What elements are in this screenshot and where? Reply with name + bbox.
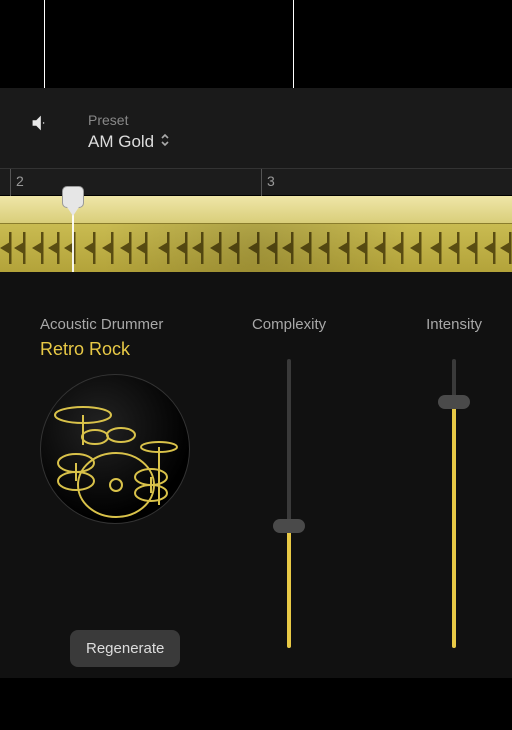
- drummer-style[interactable]: Retro Rock: [40, 339, 192, 360]
- waveform-transient: [466, 228, 480, 268]
- preset-label: Preset: [88, 112, 128, 128]
- waveform-transient: [0, 228, 14, 268]
- slider-thumb[interactable]: [438, 395, 470, 409]
- waveform-transient: [48, 228, 62, 268]
- regenerate-button[interactable]: Regenerate: [70, 630, 180, 667]
- waveform-transient: [192, 228, 206, 268]
- preset-value: AM Gold: [88, 132, 154, 152]
- playhead-handle[interactable]: [62, 186, 84, 208]
- waveform-transient: [32, 228, 46, 268]
- waveform-transient: [500, 228, 512, 268]
- preset-dropdown[interactable]: AM Gold: [88, 132, 170, 152]
- waveform-transient: [338, 228, 352, 268]
- bar-number: 3: [267, 173, 275, 189]
- slider-thumb[interactable]: [273, 519, 305, 533]
- waveform-transient: [392, 228, 406, 268]
- waveform-transient: [176, 228, 190, 268]
- waveform-transient: [282, 228, 296, 268]
- preview-speaker-icon[interactable]: [28, 112, 50, 139]
- header-bar: [0, 88, 512, 168]
- intensity-slider[interactable]: Intensity: [426, 316, 482, 648]
- waveform-transient: [300, 228, 314, 268]
- waveform-transient: [430, 228, 444, 268]
- waveform-transient: [120, 228, 134, 268]
- waveform-transient: [410, 228, 424, 268]
- waveform-transient: [356, 228, 370, 268]
- drumkit-image[interactable]: [40, 374, 190, 524]
- waveform-transient: [210, 228, 224, 268]
- bar-number: 2: [16, 173, 24, 189]
- waveform-transient: [102, 228, 116, 268]
- drummer-category: Acoustic Drummer: [40, 316, 192, 333]
- slider-label: Intensity: [426, 316, 482, 333]
- waveform-transient: [158, 228, 172, 268]
- waveform-transient: [228, 228, 242, 268]
- waveform-transient: [318, 228, 332, 268]
- bottom-bar: [0, 678, 512, 730]
- waveform-transient: [136, 228, 150, 268]
- waveform-transient: [14, 228, 28, 268]
- waveform-transient: [448, 228, 462, 268]
- waveform-transient: [84, 228, 98, 268]
- slider-label: Complexity: [252, 316, 326, 333]
- waveform-transient: [248, 228, 262, 268]
- waveform-transient: [374, 228, 388, 268]
- waveform-transient: [484, 228, 498, 268]
- chevron-up-down-icon: [160, 133, 170, 152]
- drummer-editor: Acoustic Drummer Retro Rock: [0, 272, 512, 678]
- complexity-slider[interactable]: Complexity: [252, 316, 326, 648]
- waveform-transient: [266, 228, 280, 268]
- waveform-transient: [64, 228, 78, 268]
